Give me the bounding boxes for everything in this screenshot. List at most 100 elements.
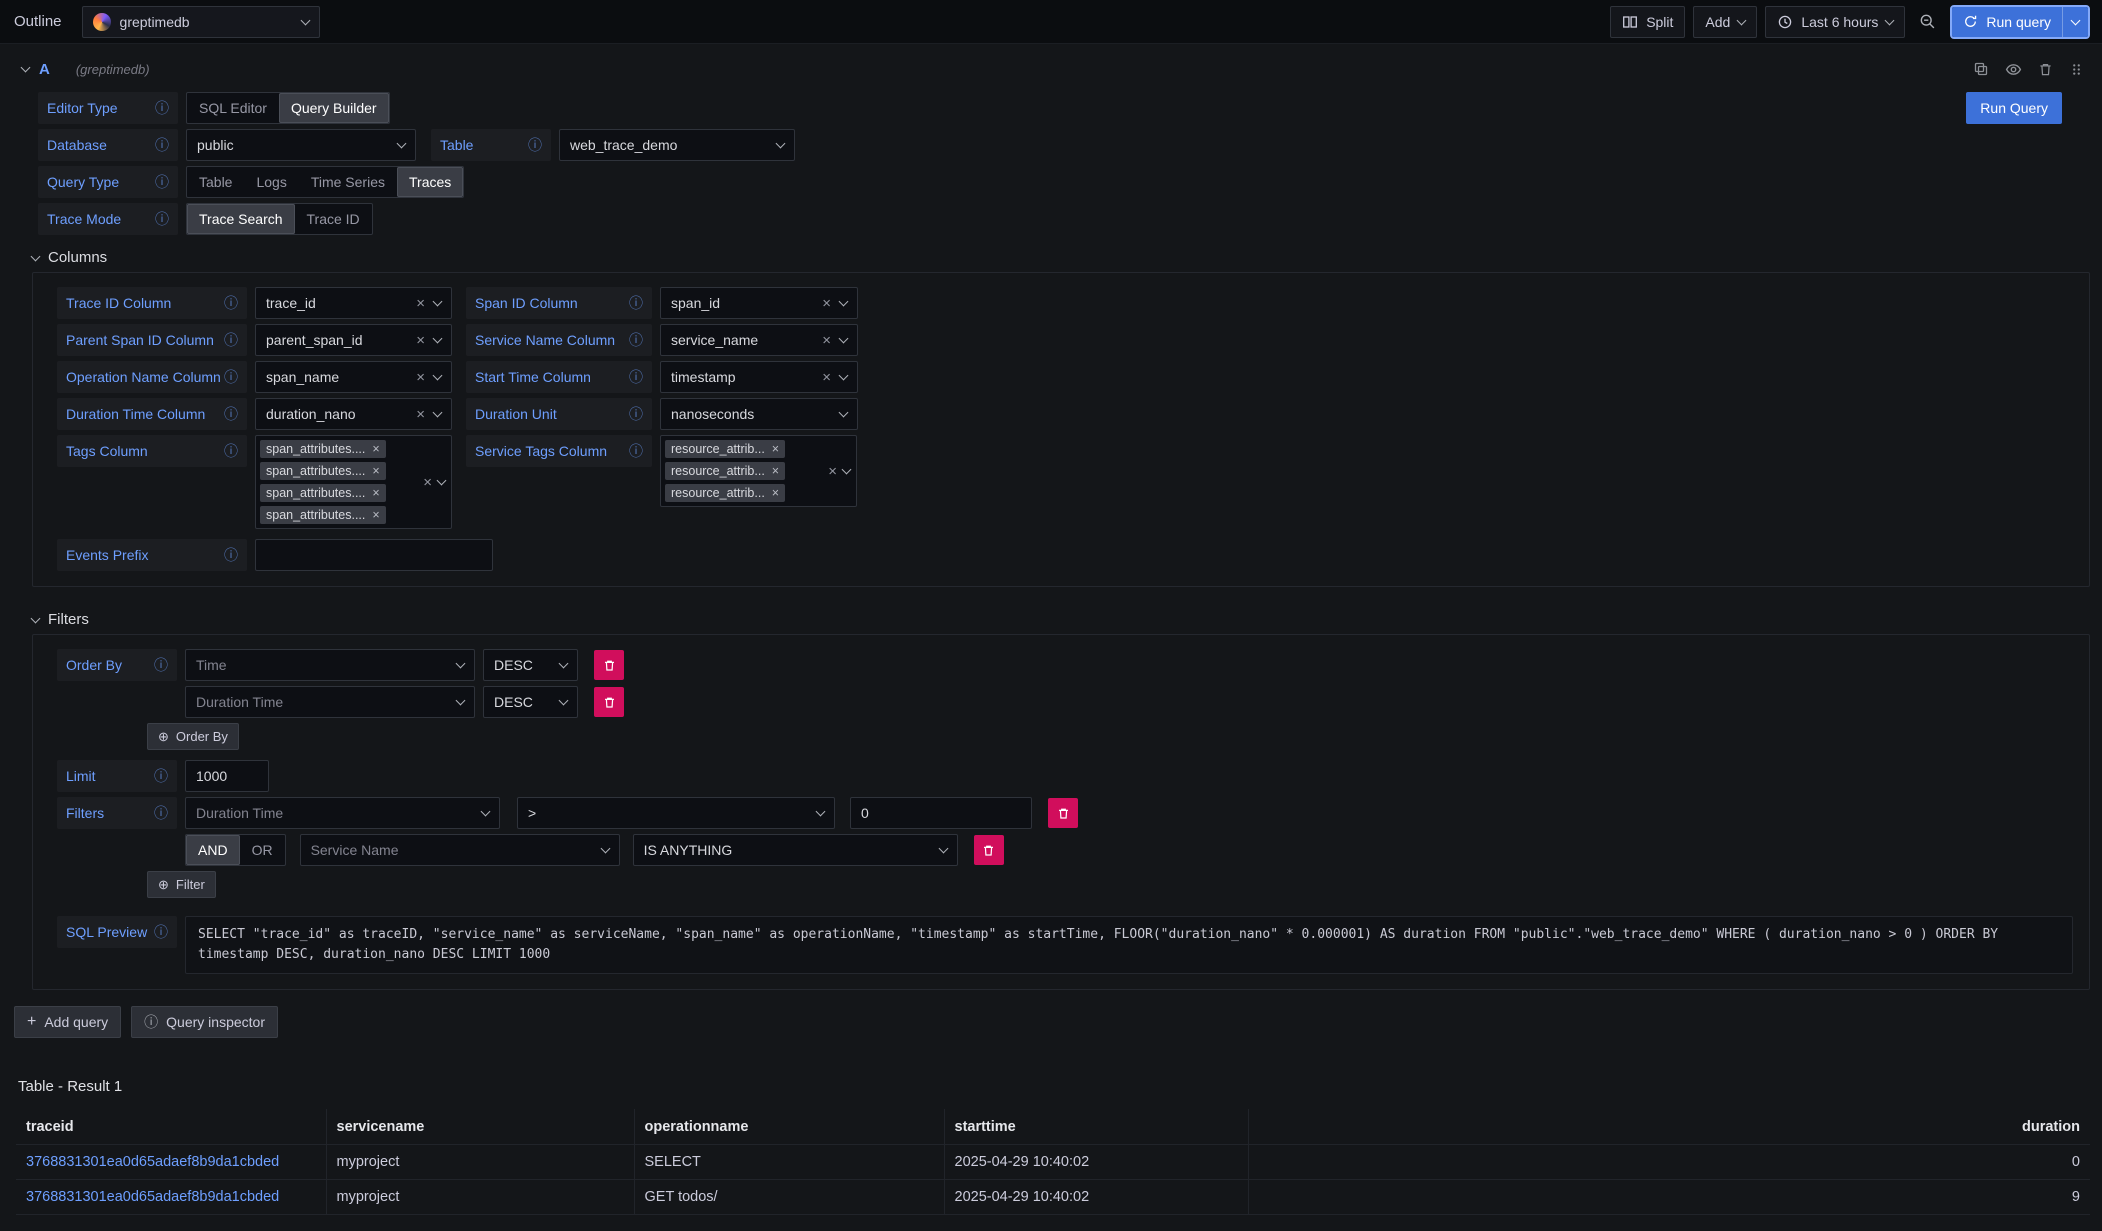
filters-section-toggle[interactable]: Filters [32,611,2090,628]
info-icon[interactable]: ⓘ [629,293,643,313]
hide-query-button[interactable] [2005,61,2022,78]
filter-field-select[interactable]: Service Name [300,834,620,866]
remove-tag-icon[interactable]: × [772,442,779,456]
run-query-options-dropdown[interactable] [2062,7,2088,37]
add-query-button[interactable]: + Add query [14,1006,121,1038]
info-icon[interactable]: ⓘ [224,330,238,350]
split-button[interactable]: Split [1610,6,1685,38]
drag-handle-icon[interactable] [2069,62,2084,77]
add-order-by-button[interactable]: ⊕ Order By [147,723,239,750]
col-header-starttime[interactable]: starttime [944,1110,1248,1145]
query-type-traces-option[interactable]: Traces [397,167,463,197]
duration-time-column-select[interactable]: duration_nano × [255,398,452,430]
table-select[interactable]: web_trace_demo [559,129,795,161]
info-icon[interactable]: ⓘ [224,545,238,565]
start-time-column-select[interactable]: timestamp × [660,361,858,393]
info-icon[interactable]: ⓘ [224,404,238,424]
tag-chip[interactable]: resource_attrib...× [665,462,785,480]
info-icon[interactable]: ⓘ [155,172,169,192]
run-query-button[interactable]: Run query [1952,7,2062,37]
time-range-picker[interactable]: Last 6 hours [1765,6,1905,38]
clear-icon[interactable]: × [828,464,837,479]
info-icon[interactable]: ⓘ [224,367,238,387]
clear-icon[interactable]: × [416,370,425,385]
service-name-column-select[interactable]: service_name × [660,324,858,356]
columns-section-toggle[interactable]: Columns [32,249,2090,266]
col-header-servicename[interactable]: servicename [326,1110,634,1145]
tags-column-multiselect[interactable]: span_attributes....× span_attributes....… [255,435,452,529]
tag-chip[interactable]: span_attributes....× [260,462,386,480]
tag-chip[interactable]: span_attributes....× [260,506,386,524]
remove-tag-icon[interactable]: × [772,486,779,500]
outline-toggle[interactable]: Outline [6,13,70,30]
trace-id-option[interactable]: Trace ID [295,204,372,234]
clear-icon[interactable]: × [822,296,831,311]
info-icon[interactable]: ⓘ [629,367,643,387]
duplicate-query-button[interactable] [1973,61,1989,77]
tag-chip[interactable]: resource_attrib...× [665,440,785,458]
remove-tag-icon[interactable]: × [372,442,379,456]
info-icon[interactable]: ⓘ [154,766,168,786]
order-by-field-select[interactable]: Time [185,649,475,681]
tag-chip[interactable]: resource_attrib...× [665,484,785,502]
add-dropdown[interactable]: Add [1693,6,1757,38]
info-icon[interactable]: ⓘ [629,330,643,350]
span-id-column-select[interactable]: span_id × [660,287,858,319]
query-builder-option[interactable]: Query Builder [279,93,389,123]
order-by-field-select[interactable]: Duration Time [185,686,475,718]
duration-unit-select[interactable]: nanoseconds [660,398,858,430]
query-inspector-button[interactable]: ⓘ Query inspector [131,1006,278,1038]
clear-icon[interactable]: × [423,475,432,490]
run-query-editor-button[interactable]: Run Query [1966,92,2062,124]
col-header-duration[interactable]: duration [1248,1110,2090,1145]
clear-icon[interactable]: × [416,333,425,348]
info-icon[interactable]: ⓘ [629,404,643,424]
remove-tag-icon[interactable]: × [372,508,379,522]
query-type-logs-option[interactable]: Logs [244,167,298,197]
info-icon[interactable]: ⓘ [155,135,169,155]
clear-icon[interactable]: × [416,407,425,422]
clear-icon[interactable]: × [416,296,425,311]
collapse-query-chevron-icon[interactable] [21,63,31,73]
info-icon[interactable]: ⓘ [224,441,238,461]
sql-editor-option[interactable]: SQL Editor [187,93,279,123]
operation-name-column-select[interactable]: span_name × [255,361,452,393]
remove-order-by-button[interactable] [594,650,624,680]
remove-query-button[interactable] [2038,62,2053,77]
query-type-timeseries-option[interactable]: Time Series [299,167,397,197]
remove-tag-icon[interactable]: × [772,464,779,478]
datasource-picker[interactable]: greptimedb [82,6,320,38]
clear-icon[interactable]: × [822,333,831,348]
and-option[interactable]: AND [186,835,240,865]
service-tags-column-multiselect[interactable]: resource_attrib...× resource_attrib...× … [660,435,857,507]
trace-id-link[interactable]: 3768831301ea0d65adaef8b9da1cbded [26,1189,279,1205]
remove-tag-icon[interactable]: × [372,486,379,500]
limit-input[interactable]: 1000 [185,760,269,792]
remove-filter-button[interactable] [974,835,1004,865]
query-type-table-option[interactable]: Table [187,167,244,197]
filter-operator-select[interactable]: IS ANYTHING [633,834,958,866]
add-filter-button[interactable]: ⊕ Filter [147,871,216,898]
info-icon[interactable]: ⓘ [224,293,238,313]
info-icon[interactable]: ⓘ [154,655,168,675]
events-prefix-input[interactable] [255,539,493,571]
zoom-out-button[interactable] [1913,13,1942,30]
order-by-direction-select[interactable]: DESC [483,686,578,718]
filter-operator-select[interactable]: > [517,797,835,829]
info-icon[interactable]: ⓘ [155,98,169,118]
trace-id-link[interactable]: 3768831301ea0d65adaef8b9da1cbded [26,1154,279,1170]
parent-span-id-column-select[interactable]: parent_span_id × [255,324,452,356]
database-select[interactable]: public [186,129,416,161]
info-icon[interactable]: ⓘ [154,803,168,823]
remove-order-by-button[interactable] [594,687,624,717]
filter-field-select[interactable]: Duration Time [185,797,500,829]
or-option[interactable]: OR [240,835,285,865]
trace-search-option[interactable]: Trace Search [187,204,295,234]
remove-filter-button[interactable] [1048,798,1078,828]
tag-chip[interactable]: span_attributes....× [260,484,386,502]
remove-tag-icon[interactable]: × [372,464,379,478]
filter-value-input[interactable]: 0 [850,797,1032,829]
info-icon[interactable]: ⓘ [528,135,542,155]
info-icon[interactable]: ⓘ [154,922,168,942]
info-icon[interactable]: ⓘ [629,441,643,461]
